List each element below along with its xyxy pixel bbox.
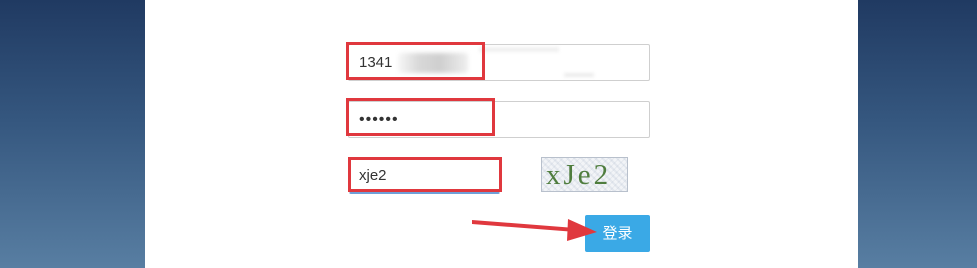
captcha-input[interactable] [350,159,499,192]
redacted-blur [479,47,559,52]
redacted-blur [398,53,468,73]
password-input[interactable] [349,102,649,137]
redacted-blur [564,73,594,77]
captcha-image[interactable]: xJe2 [541,157,628,192]
password-field[interactable] [348,101,650,138]
background-right [858,0,977,268]
login-button[interactable]: 登录 [585,215,650,252]
background-left [0,0,145,268]
captcha-image-text: xJe2 [546,159,612,191]
captcha-field[interactable] [349,158,500,194]
username-field[interactable] [348,44,650,81]
